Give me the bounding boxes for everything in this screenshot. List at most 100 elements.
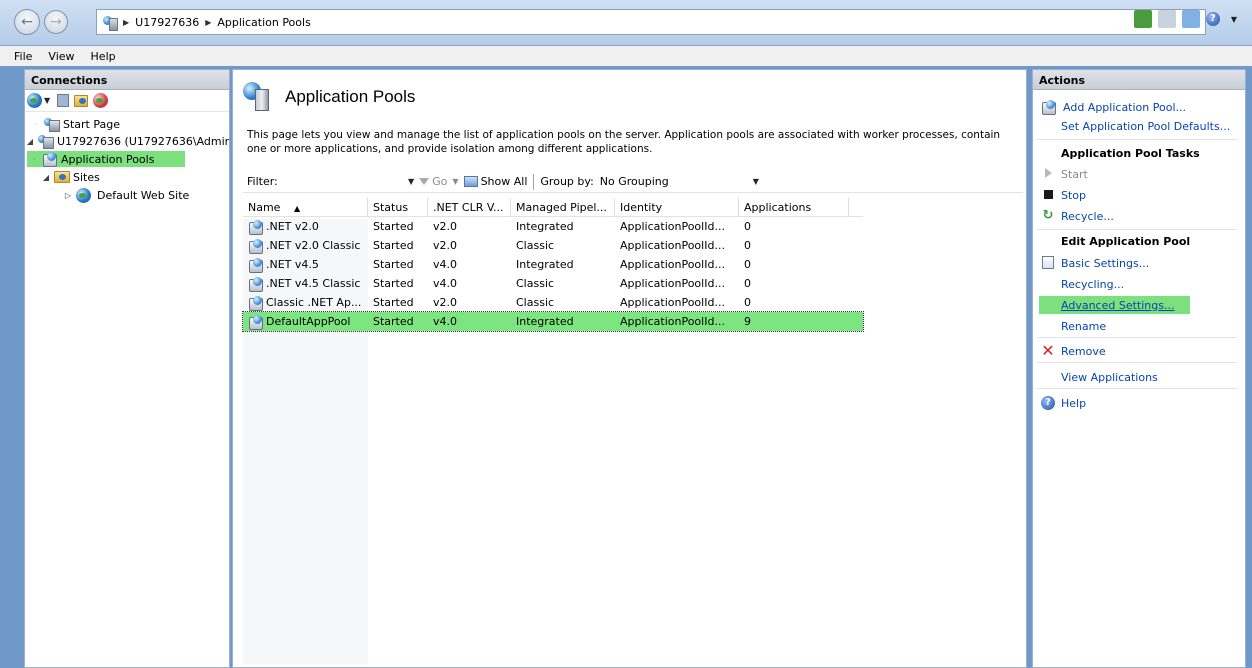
stop-icon[interactable] [1157,10,1176,28]
view-applications-link[interactable]: View Applications [1061,368,1158,386]
set-pool-defaults-link[interactable]: Set Application Pool Defaults... [1061,117,1230,135]
tree-item-application-pools[interactable]: · Application Pools [27,151,185,167]
group-by-select[interactable]: No Grouping [600,175,748,188]
app-pool-icon [248,219,264,235]
app-pool-tasks-heading: Application Pool Tasks [1061,147,1200,160]
cell-identity: ApplicationPoolId... [620,315,725,328]
column-header-pipeline[interactable]: Managed Pipel... [511,197,615,217]
help-link[interactable]: ? Help [1041,394,1086,412]
breadcrumb-separator-icon: ▶ [205,17,212,27]
cell-applications: 0 [744,296,751,309]
menu-view[interactable]: View [40,50,82,63]
cell-status: Started [373,277,414,290]
connect-icon[interactable] [27,93,42,108]
cell-pipeline: Integrated [516,220,574,233]
filter-input[interactable] [293,173,403,191]
server-icon [103,15,118,31]
app-pool-icon [248,276,264,292]
collapse-arrow-icon[interactable]: ◢ [25,137,35,146]
menu-file[interactable]: File [6,50,40,63]
cell-text: .NET v4.5 Classic [266,277,361,290]
cell-name: .NET v4.5 Classic [243,274,368,293]
connections-title: Connections [25,70,229,90]
table-row-selected[interactable]: DefaultAppPool Started v4.0 Integrated A… [242,311,864,332]
cell-clr: v4.0 [433,277,458,290]
tree-item-default-web-site[interactable]: ▷ Default Web Site [63,187,189,203]
tree-item-start-page[interactable]: · Start Page [31,116,120,132]
tree-item-sites[interactable]: ◢ Sites [41,169,100,185]
table-row[interactable]: .NET v4.5 Started v4.0 Integrated Applic… [243,255,863,274]
basic-settings-link[interactable]: Basic Settings... [1041,254,1149,272]
cell-name: .NET v2.0 [243,217,368,236]
cell-status: Started [373,258,414,271]
table-row[interactable]: .NET v2.0 Started v2.0 Integrated Applic… [243,217,863,236]
page-title: Application Pools [285,87,416,106]
remove-link[interactable]: ✕ Remove [1041,342,1105,360]
start-icon [1041,167,1055,181]
filter-label: Filter: [247,175,278,188]
column-header-clr[interactable]: .NET CLR V... [428,197,511,217]
forward-button[interactable]: → [44,10,68,34]
recycle-icon: ↻ [1042,208,1054,223]
recycling-link[interactable]: Recycling... [1061,275,1124,293]
recycle-link[interactable]: ↻ Recycle... [1041,207,1114,225]
cell-text: .NET v2.0 [266,220,319,233]
settings-page-icon [1041,256,1055,270]
column-header-name[interactable]: Name ▲ [243,197,368,217]
help-icon[interactable]: ? [1205,12,1220,26]
page-header: Application Pools [243,82,415,112]
connections-pane: Connections ▼ · Start Page ◢ U17927636 (… [24,69,230,668]
stop-link[interactable]: Stop [1041,186,1086,204]
table-row[interactable]: Classic .NET Ap... Started v2.0 Classic … [243,293,863,312]
address-breadcrumb[interactable]: ▶ U17927636 ▶ Application Pools [96,9,1206,35]
cell-text: DefaultAppPool [266,315,351,328]
chevron-down-icon[interactable]: ▼ [753,177,759,186]
page-description: This page lets you view and manage the l… [247,129,1001,155]
forward-arrow-icon: → [50,14,62,30]
chevron-down-icon[interactable]: ▼ [44,96,50,105]
start-link[interactable]: Start [1041,165,1088,183]
up-folder-icon[interactable] [74,94,89,107]
show-all-button[interactable]: Show All [481,175,528,188]
tree-label: Sites [73,170,100,184]
app-pool-icon [248,295,264,311]
tree-label: Default Web Site [97,188,190,202]
tree-item-server[interactable]: ◢ U17927636 (U17927636\Admir [25,133,229,149]
disconnect-icon[interactable] [93,93,109,108]
chevron-down-icon[interactable]: ▼ [1231,15,1237,24]
table-body: .NET v2.0 Started v2.0 Integrated Applic… [242,217,864,332]
go-button[interactable]: Go [432,175,447,188]
table-row[interactable]: .NET v2.0 Classic Started v2.0 Classic A… [243,236,863,255]
breadcrumb-app-pools[interactable]: Application Pools [217,16,310,29]
advanced-settings-link[interactable]: Advanced Settings... [1039,296,1190,314]
collapse-arrow-icon[interactable]: ◢ [41,173,51,182]
action-label: Help [1061,396,1087,410]
menu-help[interactable]: Help [83,50,124,63]
table-row[interactable]: .NET v4.5 Classic Started v4.0 Classic A… [243,274,863,293]
cell-pipeline: Classic [516,296,555,309]
back-button[interactable]: ← [14,9,40,35]
funnel-icon [419,178,430,185]
expand-arrow-icon[interactable]: ▷ [63,191,73,200]
help-icon: ? [1041,396,1055,410]
column-header-applications[interactable]: Applications [739,197,849,217]
filter-dropdown-icon[interactable]: ▼ [408,177,414,186]
cell-clr: v2.0 [433,239,458,252]
action-label: Start [1061,167,1088,181]
column-header-identity[interactable]: Identity [615,197,739,217]
save-icon[interactable] [57,94,70,107]
refresh-icon[interactable] [1133,10,1152,28]
breadcrumb-server[interactable]: U17927636 [135,16,199,29]
cell-identity: ApplicationPoolId... [620,258,725,271]
tree-connector: · [34,119,38,129]
chevron-down-icon[interactable]: ▼ [452,177,458,186]
add-application-pool-link[interactable]: Add Application Pool... [1041,98,1186,116]
app-pool-icon [248,238,264,254]
cell-applications: 0 [744,239,751,252]
cell-name: Classic .NET Ap... [243,293,368,312]
column-header-status[interactable]: Status [368,197,428,217]
toolbar-icons: ? ▼ [1133,10,1242,28]
rename-link[interactable]: Rename [1061,317,1106,335]
home-icon[interactable] [1181,10,1200,28]
group-by-label: Group by: [540,175,594,188]
